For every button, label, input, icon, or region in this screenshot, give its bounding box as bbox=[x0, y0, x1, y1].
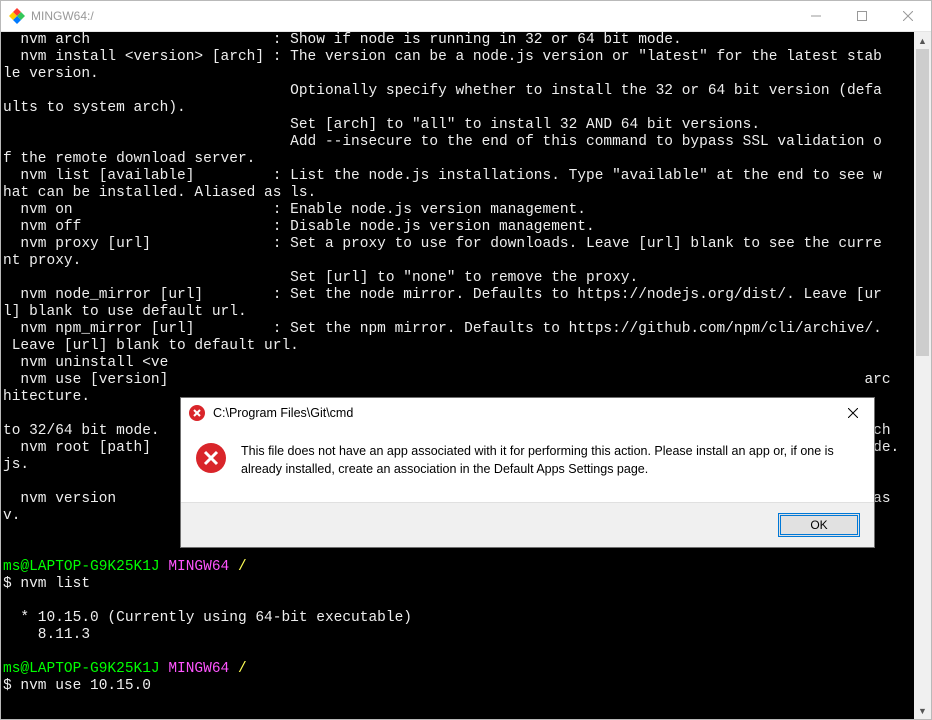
terminal-line: Set [url] to "none" to remove the proxy. bbox=[3, 270, 914, 287]
terminal-line: nvm npm_mirror [url] : Set the npm mirro… bbox=[3, 321, 914, 338]
dialog-message: This file does not have an app associate… bbox=[241, 442, 854, 478]
scroll-down-arrow-icon[interactable]: ▼ bbox=[914, 702, 931, 719]
dialog-title: C:\Program Files\Git\cmd bbox=[213, 406, 834, 420]
terminal-line: hat can be installed. Aliased as ls. bbox=[3, 185, 914, 202]
ok-button[interactable]: OK bbox=[778, 513, 860, 537]
terminal-line: nvm proxy [url] : Set a proxy to use for… bbox=[3, 236, 914, 253]
terminal-line: 8.11.3 bbox=[3, 627, 914, 644]
terminal-line: $ nvm list bbox=[3, 576, 914, 593]
terminal-line: Add --insecure to the end of this comman… bbox=[3, 134, 914, 151]
main-window: MINGW64:/ nvm arch : Show if node is run… bbox=[0, 0, 932, 720]
terminal-line: le version. bbox=[3, 66, 914, 83]
terminal-line: nvm install <version> [arch] : The versi… bbox=[3, 49, 914, 66]
terminal-line: Optionally specify whether to install th… bbox=[3, 83, 914, 100]
terminal[interactable]: nvm arch : Show if node is running in 32… bbox=[1, 32, 914, 719]
error-small-icon bbox=[189, 405, 205, 421]
minimize-button[interactable] bbox=[793, 1, 839, 31]
terminal-line: nvm arch : Show if node is running in 32… bbox=[3, 32, 914, 49]
window-title: MINGW64:/ bbox=[31, 9, 94, 23]
terminal-line: nvm use [version] arc bbox=[3, 372, 914, 389]
terminal-line: ms@LAPTOP-G9K25K1J MINGW64 / bbox=[3, 661, 914, 678]
terminal-line bbox=[3, 593, 914, 610]
titlebar: MINGW64:/ bbox=[1, 1, 931, 32]
terminal-line: * 10.15.0 (Currently using 64-bit execut… bbox=[3, 610, 914, 627]
terminal-line: nvm list [available] : List the node.js … bbox=[3, 168, 914, 185]
scrollbar-track[interactable] bbox=[914, 49, 931, 702]
terminal-line: nvm on : Enable node.js version manageme… bbox=[3, 202, 914, 219]
maximize-button[interactable] bbox=[839, 1, 885, 31]
terminal-line bbox=[3, 644, 914, 661]
terminal-line: ms@LAPTOP-G9K25K1J MINGW64 / bbox=[3, 559, 914, 576]
vertical-scrollbar[interactable]: ▲ ▼ bbox=[914, 32, 931, 719]
client-area: nvm arch : Show if node is running in 32… bbox=[1, 32, 931, 719]
terminal-line: Set [arch] to "all" to install 32 AND 64… bbox=[3, 117, 914, 134]
error-dialog: C:\Program Files\Git\cmd This file does … bbox=[180, 397, 875, 548]
close-button[interactable] bbox=[885, 1, 931, 31]
terminal-line: ults to system arch). bbox=[3, 100, 914, 117]
terminal-line: nvm off : Disable node.js version manage… bbox=[3, 219, 914, 236]
terminal-line: l] blank to use default url. bbox=[3, 304, 914, 321]
error-icon bbox=[195, 442, 227, 474]
terminal-line: nvm node_mirror [url] : Set the node mir… bbox=[3, 287, 914, 304]
terminal-line: f the remote download server. bbox=[3, 151, 914, 168]
mingw-logo-icon bbox=[9, 8, 25, 24]
dialog-close-button[interactable] bbox=[834, 400, 872, 426]
scroll-up-arrow-icon[interactable]: ▲ bbox=[914, 32, 931, 49]
dialog-body: This file does not have an app associate… bbox=[181, 428, 874, 502]
terminal-line: nt proxy. bbox=[3, 253, 914, 270]
terminal-line: nvm uninstall <ve bbox=[3, 355, 914, 372]
scrollbar-thumb[interactable] bbox=[916, 49, 929, 356]
dialog-footer: OK bbox=[181, 502, 874, 547]
terminal-line: Leave [url] blank to default url. bbox=[3, 338, 914, 355]
terminal-line: $ nvm use 10.15.0 bbox=[3, 678, 914, 695]
dialog-titlebar: C:\Program Files\Git\cmd bbox=[181, 398, 874, 428]
